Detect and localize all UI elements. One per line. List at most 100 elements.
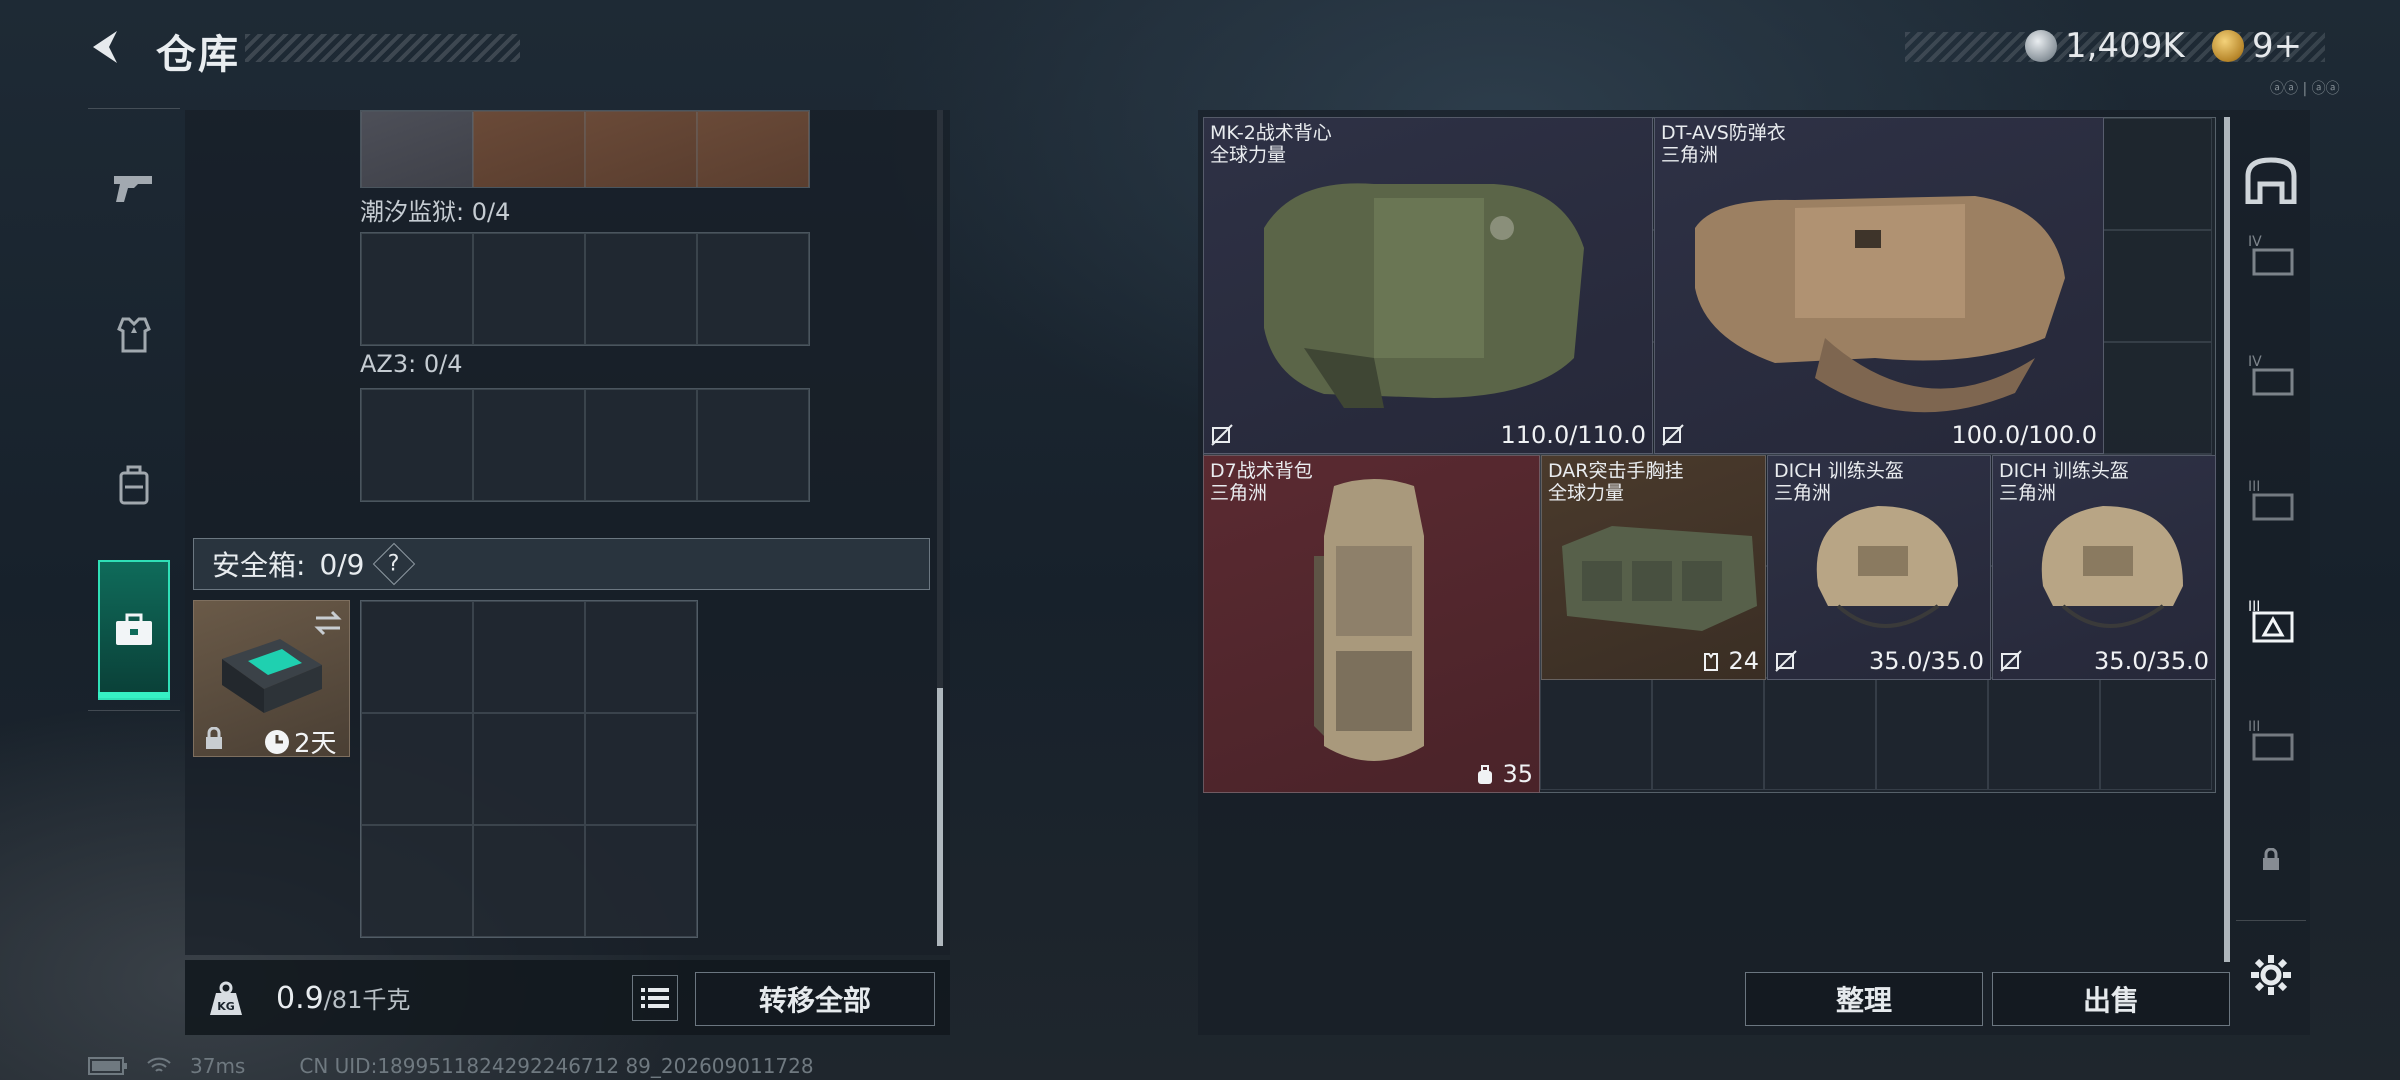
stash-cell[interactable]: [1764, 678, 1876, 790]
rnav-locked[interactable]: [2236, 815, 2306, 905]
rnav-tier3-b[interactable]: III: [2236, 695, 2306, 785]
nav-safebox-active[interactable]: [98, 560, 170, 700]
tide-prison-grid[interactable]: [360, 232, 810, 346]
safebox-item[interactable]: 2天: [193, 600, 350, 760]
item-card-armor-dtavs[interactable]: DT-AVS防弹衣 三角洲 100.0/100.0: [1654, 117, 2104, 454]
stash-cell[interactable]: [2100, 230, 2212, 342]
transfer-all-button[interactable]: 转移全部: [695, 972, 935, 1026]
stash-cell[interactable]: [2100, 678, 2212, 790]
weight-current: 0.9: [276, 981, 324, 1016]
organize-button[interactable]: 整理: [1745, 972, 1983, 1026]
grid-cell[interactable]: [361, 825, 473, 937]
slot-label-az3: AZ3: 0/4: [360, 350, 463, 378]
helmet-image: [1816, 506, 1958, 628]
grid-cell[interactable]: [473, 233, 585, 345]
item-card-chest-rig-dar[interactable]: DAR突击手胸挂 全球力量 24: [1541, 455, 1766, 680]
nav-divider: [88, 108, 180, 109]
grid-cell[interactable]: [697, 233, 809, 345]
item-name-text: DT-AVS防弹衣 三角洲: [1661, 122, 1786, 166]
durability-icon: [1662, 424, 1684, 446]
safebox-timer-text: 2天: [294, 729, 337, 759]
weight-icon-wrap: KG: [202, 975, 250, 1023]
grid-cell[interactable]: [361, 713, 473, 825]
grid-cell[interactable]: [473, 601, 585, 713]
grid-cell[interactable]: [697, 389, 809, 501]
back-button[interactable]: [82, 22, 132, 72]
grid-cell[interactable]: [473, 713, 585, 825]
stash-cell[interactable]: [1876, 678, 1988, 790]
nav-weapons[interactable]: [88, 143, 180, 233]
rnav-tier3-active[interactable]: III: [2236, 575, 2306, 665]
grid-cell[interactable]: [361, 601, 473, 713]
svg-text:III: III: [2248, 719, 2260, 735]
page-title: 仓库: [156, 32, 240, 78]
nav-active-indicator: [98, 692, 170, 698]
grid-cell[interactable]: [585, 713, 697, 825]
safebox-grid[interactable]: [360, 600, 698, 938]
battery-icon: [88, 1057, 127, 1075]
rig-icon: [1703, 653, 1718, 671]
durability-icon: [1211, 424, 1233, 446]
grid-cell[interactable]: [585, 233, 697, 345]
list-view-button[interactable]: [632, 975, 678, 1021]
stash-cell[interactable]: [1988, 678, 2100, 790]
item-card-helmet-dich-2[interactable]: DICH 训练头盔 三角洲 35.0/35.0: [1992, 455, 2216, 680]
right-scrollbar[interactable]: [2224, 117, 2230, 962]
sell-button[interactable]: 出售: [1992, 972, 2230, 1026]
item-name-text: DAR突击手胸挂 全球力量: [1548, 460, 1684, 504]
tier-iv-icon: IV: [2248, 234, 2294, 276]
grid-cell[interactable]: [585, 389, 697, 501]
weight-max: /81千克: [323, 986, 411, 1014]
rnav-tier4-a[interactable]: IV: [2236, 210, 2306, 300]
grid-cell[interactable]: [585, 825, 697, 937]
briefcase-icon: [116, 613, 152, 645]
safebox-label: 安全箱:: [212, 549, 306, 582]
keycard-slot[interactable]: [473, 111, 585, 187]
durability-icon: [2000, 650, 2022, 672]
tactical-vest-image: [1264, 183, 1584, 408]
keycard-slot[interactable]: [361, 111, 473, 187]
safebox-header: 安全箱: 0/9 ?: [193, 538, 930, 590]
az3-grid[interactable]: [360, 388, 810, 502]
item-card-backpack-d7[interactable]: D7战术背包 三角洲 35: [1203, 455, 1540, 793]
help-button[interactable]: ?: [372, 542, 415, 586]
item-row-partial: [360, 110, 810, 188]
svg-text:III: III: [2248, 479, 2260, 495]
nav-armor[interactable]: [88, 290, 180, 380]
status-bar: 37ms CN UID:1899511824292246712 89_20260…: [88, 1054, 814, 1078]
stash-cell[interactable]: [2100, 342, 2212, 454]
wifi-icon: [147, 1057, 171, 1072]
chest-rig-image: [1562, 526, 1757, 631]
safebox-image: [222, 639, 322, 713]
settings-button[interactable]: [2236, 930, 2306, 1020]
rnav-tier4-b[interactable]: IV: [2236, 330, 2306, 420]
stash-cell[interactable]: [1652, 678, 1764, 790]
back-arrow-icon: [93, 31, 117, 63]
durability-icon: [1775, 650, 1797, 672]
keycard-slot[interactable]: [585, 111, 697, 187]
grid-cell[interactable]: [585, 601, 697, 713]
backpack-image: [1314, 479, 1424, 761]
keycard-slot[interactable]: [697, 111, 809, 187]
nav-backpack[interactable]: [88, 440, 180, 530]
stash-cell[interactable]: [1540, 678, 1652, 790]
svg-text:KG: KG: [217, 1000, 235, 1013]
clock-icon: [265, 729, 289, 754]
grid-cell[interactable]: [473, 389, 585, 501]
left-scrollbar-thumb[interactable]: [937, 688, 943, 946]
slot-label-tide-prison: 潮汐监狱: 0/4: [360, 198, 511, 226]
safebox-timer: 2天: [264, 723, 337, 760]
lock-icon: [2263, 848, 2279, 870]
weight-icon: KG: [210, 981, 242, 1015]
grid-cell[interactable]: [361, 233, 473, 345]
nav-divider: [2236, 920, 2306, 921]
item-card-vest-mk2[interactable]: MK-2战术背心 全球力量 110.0/110.0: [1203, 117, 1653, 454]
grid-cell[interactable]: [361, 389, 473, 501]
rnav-tier3-a[interactable]: III: [2236, 455, 2306, 545]
silver-currency: 1,409K: [2025, 26, 2185, 66]
weight-readout: 0.9/81千克: [276, 980, 410, 1016]
safebox-count: 0/9: [319, 547, 365, 581]
stash-cell[interactable]: [2100, 118, 2212, 230]
grid-cell[interactable]: [473, 825, 585, 937]
item-card-helmet-dich-1[interactable]: DICH 训练头盔 三角洲 35.0/35.0: [1767, 455, 1991, 680]
